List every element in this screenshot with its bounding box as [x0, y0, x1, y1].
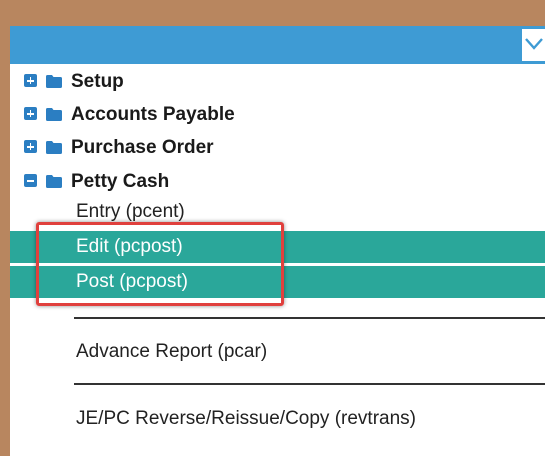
menu-item-je-pc-reverse-revtrans[interactable]: JE/PC Reverse/Reissue/Copy (revtrans): [10, 403, 545, 435]
collapse-minus-icon[interactable]: [24, 174, 37, 187]
tree-folder-petty-cash[interactable]: Petty Cash: [10, 167, 310, 195]
expand-plus-icon[interactable]: [24, 140, 37, 153]
expand-plus-icon[interactable]: [24, 74, 37, 87]
dropdown-button[interactable]: [520, 29, 545, 61]
folder-icon: [46, 141, 62, 154]
menu-item-label: Entry (pcent): [76, 201, 185, 222]
expand-plus-icon[interactable]: [24, 107, 37, 120]
tree-folder-purchase-order[interactable]: Purchase Order: [10, 133, 310, 161]
tree-folder-setup[interactable]: Setup: [10, 67, 310, 95]
highlight-callout-box: [36, 222, 284, 306]
folder-icon: [46, 175, 62, 188]
menu-divider: [74, 317, 545, 319]
folder-label: Accounts Payable: [71, 104, 235, 125]
panel-header: [10, 26, 545, 64]
menu-item-advance-report-pcar[interactable]: Advance Report (pcar): [10, 336, 545, 368]
tree-folder-accounts-payable[interactable]: Accounts Payable: [10, 100, 310, 128]
folder-icon: [46, 108, 62, 121]
menu-item-label: JE/PC Reverse/Reissue/Copy (revtrans): [76, 408, 416, 429]
navigation-panel: Setup Accounts Payable Purchase Order Pe…: [10, 26, 545, 456]
folder-label: Purchase Order: [71, 137, 214, 158]
folder-label: Petty Cash: [71, 171, 170, 192]
menu-item-label: Advance Report (pcar): [76, 341, 268, 362]
menu-divider: [74, 383, 545, 385]
folder-label: Setup: [71, 71, 124, 92]
folder-icon: [46, 75, 62, 88]
chevron-down-icon: [525, 38, 543, 50]
